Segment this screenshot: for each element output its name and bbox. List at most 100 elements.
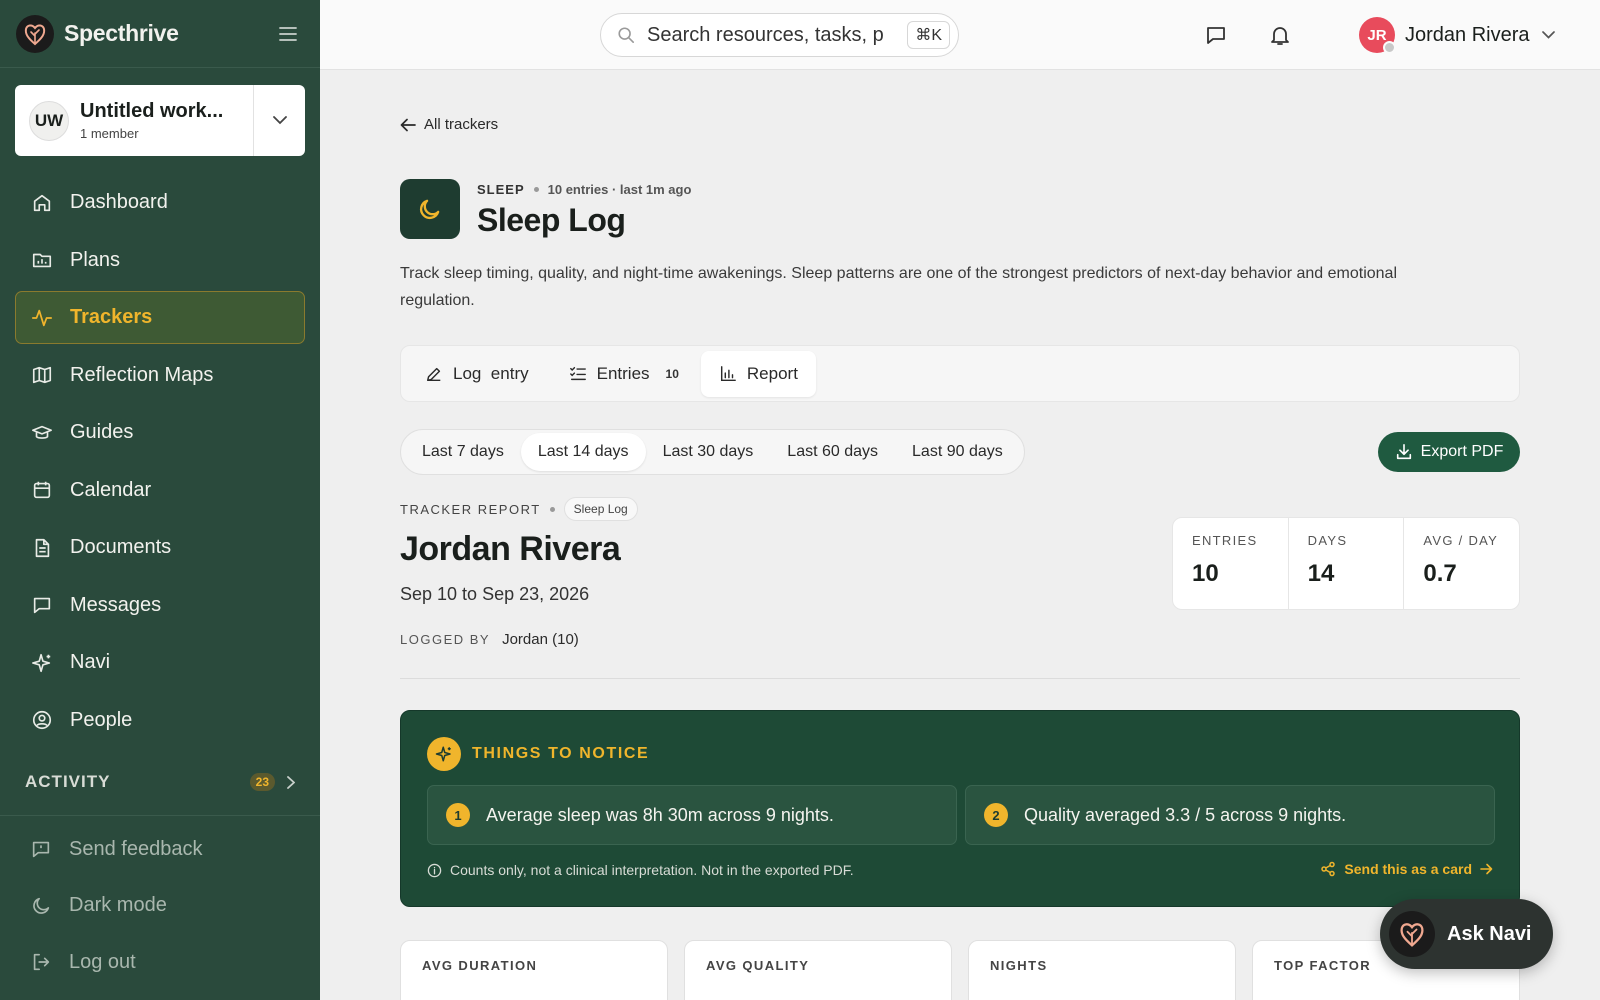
moon-icon: [400, 179, 460, 239]
user-name: Jordan Rivera: [1405, 23, 1530, 46]
user-circle-icon: [30, 708, 54, 732]
ask-navi-button[interactable]: Ask Navi: [1380, 899, 1553, 969]
sidebar-item-label: Calendar: [70, 478, 152, 501]
activity-count-badge: 23: [249, 773, 275, 791]
tab-label: Report: [746, 363, 798, 383]
menu-icon[interactable]: [272, 18, 304, 50]
feedback-icon: [29, 837, 53, 861]
calendar-icon: [30, 478, 54, 502]
sidebar-item-label: Navi: [70, 651, 111, 673]
tab-label: Entries: [596, 363, 650, 383]
section-divider: [400, 678, 1520, 679]
range-last-60-days[interactable]: Last 60 days: [770, 433, 895, 471]
sidebar-item-plans[interactable]: Plans: [15, 234, 305, 287]
stat-label: AVG / DAY: [1423, 533, 1499, 548]
back-to-trackers-link[interactable]: All trackers: [400, 116, 498, 133]
chevron-down-icon: [1541, 31, 1555, 39]
moon-icon: [29, 894, 53, 918]
activity-icon: [30, 306, 54, 330]
sidebar-item-calendar[interactable]: Calendar: [15, 464, 305, 517]
report-kicker: TRACKER REPORT Sleep Log: [400, 497, 638, 521]
top-bar: ⌘K JR Jordan Rivera: [320, 0, 1600, 70]
sparkle-icon: [427, 737, 461, 771]
logout-icon: [29, 950, 53, 974]
footnote-text: Counts only, not a clinical interpretati…: [450, 862, 854, 878]
sidebar: Specthrive UW Untitled work... 1 member …: [0, 0, 320, 1000]
export-label: Export PDF: [1420, 443, 1504, 460]
send-card-label: Send this as a card: [1344, 861, 1472, 877]
logged-by-label: LOGGED BY: [400, 632, 491, 647]
sidebar-item-label: Guides: [70, 421, 134, 443]
date-range-selector: Last 7 days Last 14 days Last 30 days La…: [400, 429, 1025, 475]
sidebar-item-dashboard[interactable]: Dashboard: [15, 176, 305, 229]
sidebar-item-reflection-maps[interactable]: Reflection Maps: [15, 349, 305, 402]
chevron-right-icon: [287, 775, 295, 789]
sidebar-item-guides[interactable]: Guides: [15, 406, 305, 459]
sidebar-footer: Send feedback Dark mode Log out: [0, 815, 320, 992]
tab-label: Log entry: [453, 363, 529, 383]
stat-value: 0.7: [1423, 560, 1457, 587]
sidebar-item-label: Plans: [70, 248, 121, 271]
stat-value: 14: [1307, 560, 1335, 587]
log-out-button[interactable]: Log out: [15, 936, 305, 989]
report-person-name: Jordan Rivera: [400, 530, 621, 568]
avatar: JR: [1359, 17, 1396, 54]
range-last-30-days[interactable]: Last 30 days: [646, 433, 771, 471]
sidebar-item-navi[interactable]: Navi: [15, 636, 305, 689]
home-icon: [30, 191, 54, 215]
tab-entries[interactable]: Entries 10: [551, 351, 697, 397]
notice-item: 2 Quality averaged 3.3 / 5 across 9 nigh…: [965, 785, 1495, 845]
chevron-down-icon[interactable]: [253, 85, 305, 156]
sidebar-item-trackers[interactable]: Trackers: [15, 291, 305, 344]
search-bar[interactable]: ⌘K: [600, 13, 959, 57]
workspace-members: 1 member: [80, 126, 139, 141]
tab-log-entry[interactable]: Log entry: [407, 351, 547, 397]
sparkle-icon: [30, 651, 54, 675]
arrow-left-icon: [400, 118, 424, 132]
summary-metrics: AVG DURATION AVG QUALITY NIGHTS TOP FACT…: [400, 940, 1520, 1000]
report-logged-by: LOGGED BY Jordan (10): [400, 631, 579, 648]
share-icon: [1320, 861, 1336, 877]
metric-label: AVG QUALITY: [706, 958, 810, 973]
metric-label: AVG DURATION: [422, 958, 538, 973]
range-last-90-days[interactable]: Last 90 days: [895, 433, 1020, 471]
metric-avg-duration: AVG DURATION: [400, 940, 668, 1000]
notice-items: 1 Average sleep was 8h 30m across 9 nigh…: [427, 785, 1503, 845]
page-title: Sleep Log: [477, 202, 626, 238]
bell-icon[interactable]: [1265, 20, 1295, 50]
range-last-7-days[interactable]: Last 7 days: [405, 433, 521, 471]
user-menu[interactable]: JR Jordan Rivera: [1359, 17, 1555, 54]
stat-days: DAYS 14: [1289, 518, 1405, 609]
messages-icon[interactable]: [1201, 20, 1231, 50]
activity-section[interactable]: ACTIVITY 23: [25, 770, 295, 794]
export-pdf-button[interactable]: Export PDF: [1378, 432, 1520, 472]
notice-item: 1 Average sleep was 8h 30m across 9 nigh…: [427, 785, 957, 845]
report-kicker-label: TRACKER REPORT: [400, 501, 541, 517]
sidebar-item-documents[interactable]: Documents: [15, 521, 305, 574]
log-out-label: Log out: [69, 950, 136, 973]
brand-logo-icon[interactable]: [16, 14, 54, 53]
things-to-notice-panel: THINGS TO NOTICE 1 Average sleep was 8h …: [400, 710, 1520, 907]
workspace-switcher[interactable]: UW Untitled work... 1 member: [15, 85, 305, 156]
bar-chart-icon: [719, 365, 747, 383]
report-tracker-pill: Sleep Log: [563, 497, 638, 521]
tab-report[interactable]: Report: [700, 350, 816, 397]
stat-entries: ENTRIES 10: [1173, 518, 1289, 609]
back-label: All trackers: [424, 116, 499, 133]
report-date-range: Sep 10 to Sep 23, 2026: [400, 584, 590, 604]
send-as-card-link[interactable]: Send this as a card: [1320, 861, 1493, 877]
search-input[interactable]: [647, 23, 902, 47]
send-feedback-button[interactable]: Send feedback: [15, 823, 305, 876]
entries-count: 10: [665, 366, 679, 381]
sidebar-item-messages[interactable]: Messages: [15, 579, 305, 632]
arrow-right-icon: [1480, 863, 1493, 875]
range-last-14-days[interactable]: Last 14 days: [520, 433, 646, 471]
sidebar-item-label: Documents: [70, 536, 172, 558]
stat-label: DAYS: [1307, 533, 1348, 548]
sidebar-item-people[interactable]: People: [15, 694, 305, 747]
dark-mode-toggle[interactable]: Dark mode: [15, 879, 305, 932]
stat-value: 10: [1192, 560, 1219, 587]
stat-label: ENTRIES: [1192, 533, 1258, 548]
tracker-description: Track sleep timing, quality, and night-t…: [400, 265, 1397, 309]
dark-mode-label: Dark mode: [69, 894, 167, 916]
